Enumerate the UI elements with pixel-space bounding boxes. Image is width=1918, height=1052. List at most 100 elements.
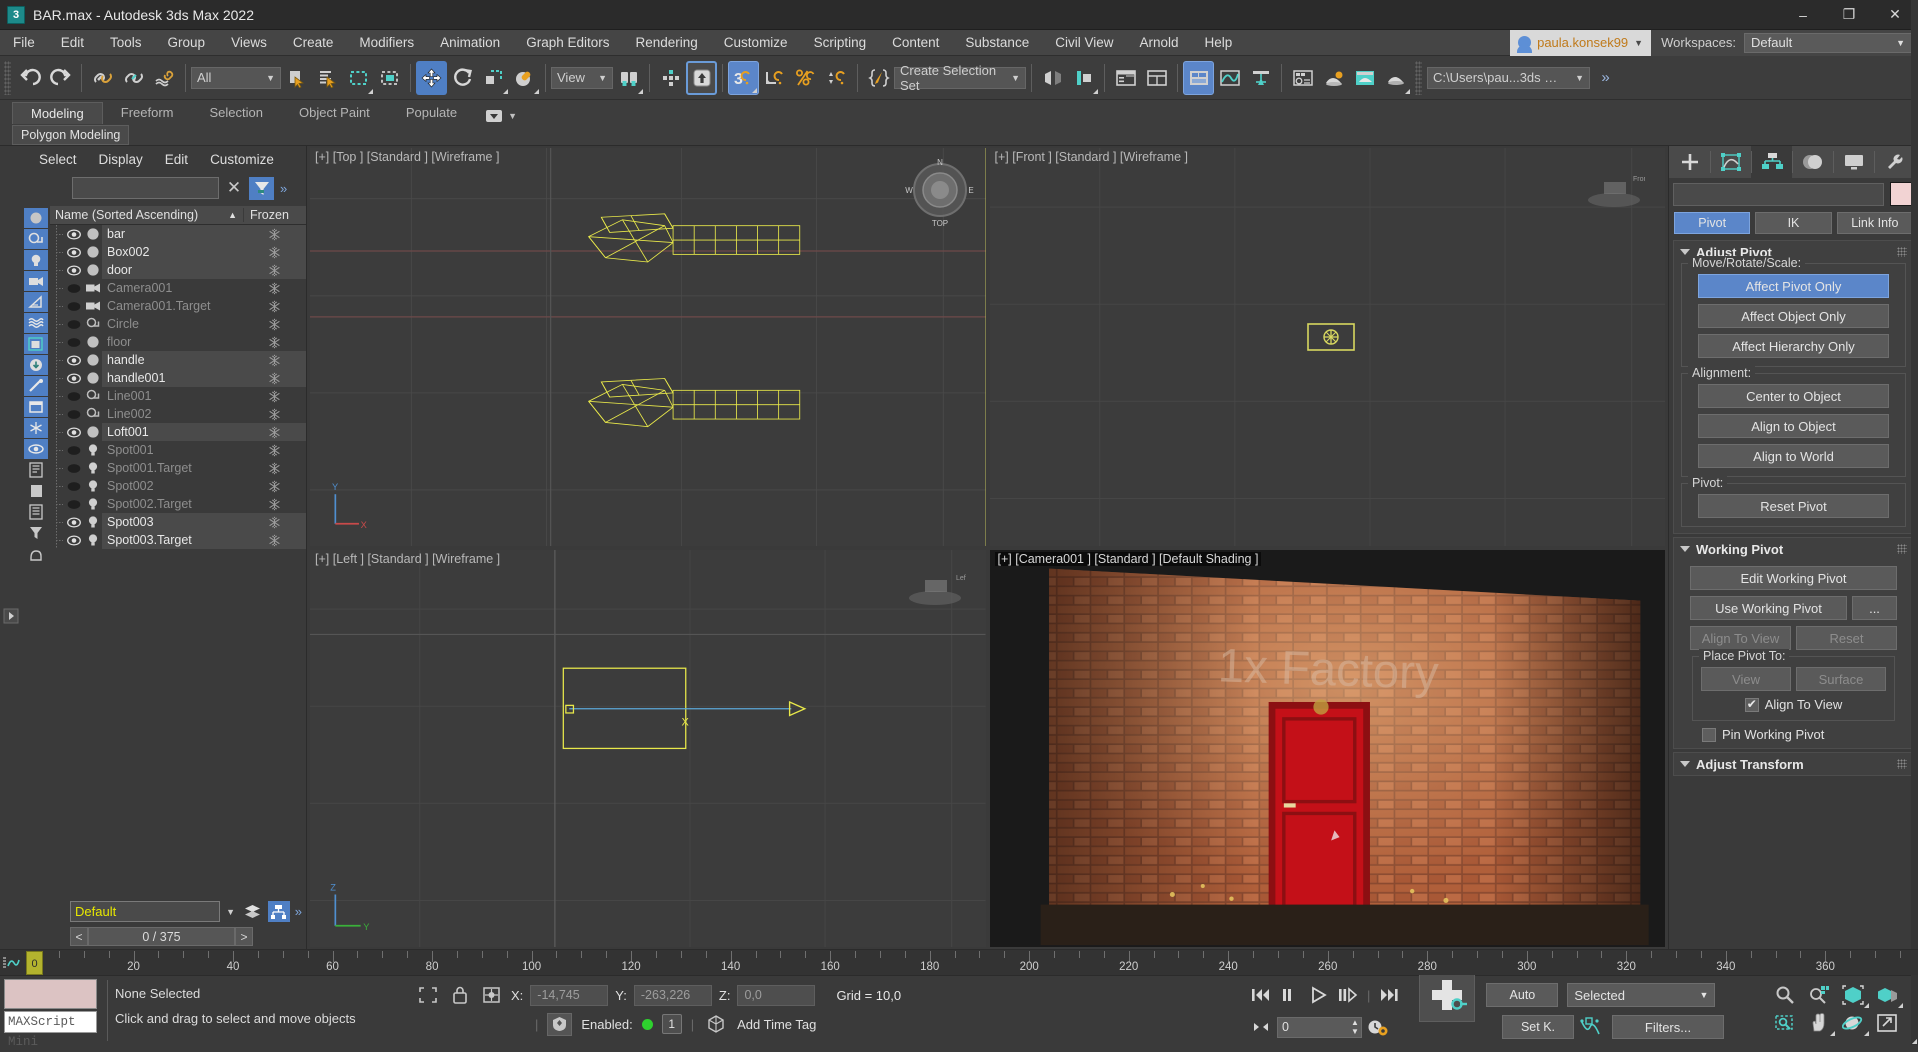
ribbon-tab-freeform[interactable]: Freeform [103,102,192,124]
filter-helpers-icon[interactable] [24,292,48,312]
explorer-pin-icon[interactable] [24,544,48,564]
select-and-move-icon[interactable] [416,60,447,95]
object-name[interactable]: Camera001.Target [102,297,243,315]
filter-geometry-icon[interactable] [24,208,48,228]
eye-open-icon[interactable] [64,246,83,258]
eye-closed-icon[interactable] [64,499,83,510]
align-to-view-button[interactable]: Align To View [1690,626,1791,650]
zoom-all-icon[interactable] [1802,981,1836,1009]
viewport-camera[interactable]: 1x Factory [+] [Camera001 ] [Standard ] … [989,549,1665,947]
maximize-button[interactable]: ❐ [1826,0,1872,30]
table-row[interactable]: Box002 [50,243,306,261]
menu-item-civil-view[interactable]: Civil View [1042,30,1126,56]
ribbon-minimize-control[interactable]: ▼ [475,109,523,124]
object-name[interactable]: Spot003.Target [102,531,243,549]
eye-closed-icon[interactable] [64,481,83,492]
explorer-menu-edit[interactable]: Edit [154,152,199,167]
menu-item-arnold[interactable]: Arnold [1126,30,1191,56]
frozen-toggle-icon[interactable] [243,261,306,279]
menu-item-file[interactable]: File [0,30,48,56]
tab-display[interactable] [1833,146,1874,178]
filter-xrefs-icon[interactable] [24,355,48,375]
object-name[interactable]: Spot001.Target [102,459,243,477]
frozen-toggle-icon[interactable] [243,225,306,243]
ribbon-panel-polygon-modeling[interactable]: Polygon Modeling [12,124,130,145]
filter-shapes-icon[interactable] [24,229,48,249]
table-row[interactable]: Spot003 [50,513,306,531]
eye-open-icon[interactable] [64,426,83,438]
viewport-camera-label[interactable]: [+] [Camera001 ] [Standard ] [Default Sh… [994,551,1262,566]
x-coordinate-field[interactable]: -14,745 [530,984,609,1006]
go-to-start-icon[interactable] [1248,982,1274,1008]
select-and-rotate-icon[interactable] [447,61,478,95]
align-to-object-button[interactable]: Align to Object [1698,414,1889,438]
align-to-world-button[interactable]: Align to World [1698,444,1889,468]
view-cube-icon[interactable]: N W E TOP [904,156,976,228]
eye-closed-icon[interactable] [64,445,83,456]
select-and-scale-icon[interactable] [478,61,509,95]
frozen-toggle-icon[interactable] [243,387,306,405]
object-name[interactable]: Loft001 [102,423,243,441]
eye-closed-icon[interactable] [64,337,83,348]
eye-open-icon[interactable] [64,372,83,384]
play-animation-icon[interactable] [1306,982,1917,1044]
frozen-toggle-icon[interactable] [243,423,306,441]
filter-frozen-icon[interactable] [24,418,48,438]
menu-item-help[interactable]: Help [1192,30,1246,56]
percent-snap-toggle-icon[interactable] [790,61,821,95]
selection-filter-dropdown[interactable]: All ▼ [191,66,281,89]
affect-pivot-only-button[interactable]: Affect Pivot Only [1698,274,1889,298]
object-name[interactable]: door [102,261,243,279]
menu-item-scripting[interactable]: Scripting [801,30,880,56]
explorer-menu-select[interactable]: Select [28,152,88,167]
object-name[interactable]: Camera001 [102,279,243,297]
filter-hidden-icon[interactable] [24,439,48,459]
table-row[interactable]: Spot001 [50,441,306,459]
rendered-frame-window-icon[interactable] [1349,61,1380,95]
bind-to-space-warp-icon[interactable] [149,61,180,95]
menu-item-content[interactable]: Content [879,30,952,56]
frozen-toggle-icon[interactable] [243,297,306,315]
toolbar-grip-2[interactable] [1415,60,1422,95]
view-cube-front-icon[interactable]: Front [1583,168,1645,212]
object-name[interactable]: bar [102,225,243,243]
filter-bones-icon[interactable] [24,376,48,396]
table-row[interactable]: Spot003.Target [50,531,306,549]
table-row[interactable]: Loft001 [50,423,306,441]
use-working-pivot-button[interactable]: Use Working Pivot [1690,596,1847,620]
table-row[interactable]: door [50,261,306,279]
minimize-button[interactable]: – [1780,0,1826,30]
select-by-name-icon[interactable] [312,61,343,95]
toggle-ribbon-icon[interactable] [1183,60,1214,95]
table-row[interactable]: bar [50,225,306,243]
zoom-icon[interactable] [1768,981,1802,1009]
filter-groups-icon[interactable] [24,334,48,354]
explorer-funnel-icon[interactable] [24,523,48,543]
frozen-toggle-icon[interactable] [243,459,306,477]
unlink-selection-icon[interactable] [118,61,149,95]
redo-icon[interactable] [45,61,76,95]
eye-open-icon[interactable] [64,228,83,240]
ribbon-tab-modeling[interactable]: Modeling [12,102,103,124]
viewport-left[interactable]: X Z Y Left [+] [Left ] [Standard ] [Wire… [310,549,986,947]
explorer-menu-display[interactable]: Display [88,152,154,167]
edit-working-pivot-button[interactable]: Edit Working Pivot [1690,566,1897,590]
object-name-field[interactable] [1673,182,1884,206]
menu-item-modifiers[interactable]: Modifiers [346,30,427,56]
use-pivot-point-center-icon[interactable] [613,61,644,95]
frozen-toggle-icon[interactable] [243,243,306,261]
render-setup-icon[interactable] [1318,61,1349,95]
view-cube-left-icon[interactable]: Left [904,568,966,612]
object-name[interactable]: handle001 [102,369,243,387]
auto-key-button[interactable]: Auto [1486,983,1559,1007]
eye-closed-icon[interactable] [64,409,83,420]
select-object-icon[interactable] [281,61,312,95]
object-name[interactable]: Box002 [102,243,243,261]
toolbar-grip[interactable] [4,60,11,95]
frame-counter-field[interactable]: 0 / 375 [88,927,235,946]
go-to-end-icon[interactable] [1376,982,1402,1008]
affect-hierarchy-only-button[interactable]: Affect Hierarchy Only [1698,334,1889,358]
frozen-toggle-icon[interactable] [243,333,306,351]
edit-named-selection-sets-icon[interactable] [863,61,894,95]
time-slider-handle[interactable]: 0 [26,951,43,975]
